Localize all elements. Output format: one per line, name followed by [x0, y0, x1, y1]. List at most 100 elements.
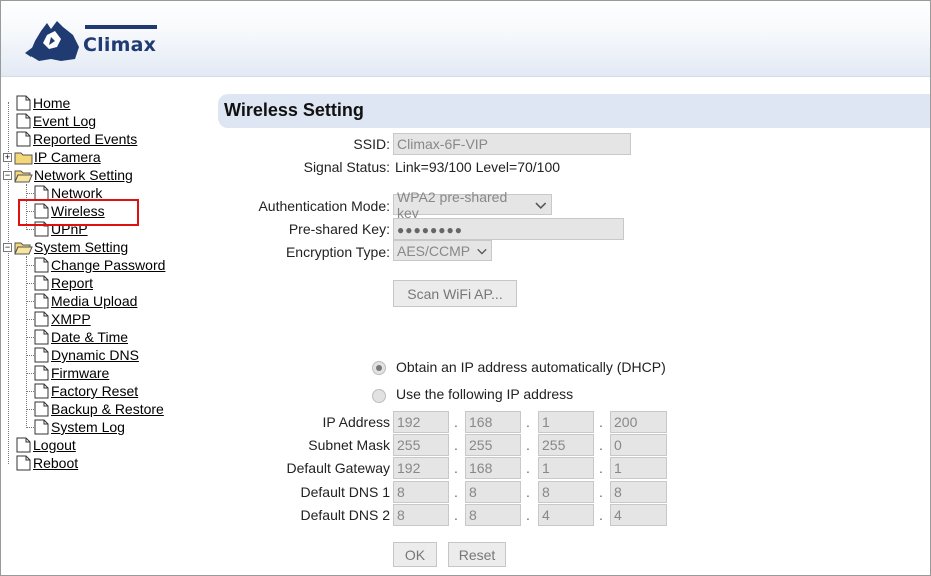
nav-change-password[interactable]: Change Password [34, 256, 165, 274]
folder-open-icon [14, 242, 33, 254]
folder-icon [14, 152, 33, 164]
nav-network-setting-link[interactable]: Network Setting [34, 167, 133, 183]
collapse-network-setting-icon[interactable]: − [3, 171, 12, 180]
nav-logout-link[interactable]: Logout [33, 437, 76, 453]
signal-status-value: Link=93/100 Level=70/100 [395, 159, 561, 175]
nav-xmpp-link[interactable]: XMPP [51, 311, 91, 327]
nav-report[interactable]: Report [34, 274, 93, 292]
nav-logout[interactable]: Logout [16, 436, 76, 454]
scan-wifi-button[interactable]: Scan WiFi AP... [393, 280, 517, 307]
nav-event-log[interactable]: Event Log [16, 112, 96, 130]
gateway-octet-1[interactable]: 192 [393, 457, 449, 479]
dns1-octet-1[interactable]: 8 [393, 481, 449, 503]
ssid-label: SSID: [353, 136, 390, 152]
page-icon [34, 275, 49, 291]
encryption-type-value: AES/CCMP [397, 242, 471, 259]
nav-xmpp[interactable]: XMPP [34, 310, 91, 328]
expand-ip-camera-icon[interactable]: + [3, 153, 12, 162]
nav-home-link[interactable]: Home [33, 95, 70, 111]
logo-bar [85, 25, 157, 29]
nav-media-upload[interactable]: Media Upload [34, 292, 137, 310]
page-icon [34, 293, 49, 309]
nav-dynamic-dns-link[interactable]: Dynamic DNS [51, 347, 139, 363]
mask-octet-2[interactable]: 255 [465, 434, 521, 456]
page-icon [34, 347, 49, 363]
page-title-bar: Wireless Setting [218, 94, 930, 128]
dns1-octet-2[interactable]: 8 [465, 481, 521, 503]
dns1-label: Default DNS 1 [300, 484, 390, 500]
signal-status-label: Signal Status: [303, 159, 390, 175]
page-icon [16, 95, 31, 111]
dns2-octet-4[interactable]: 4 [610, 504, 667, 526]
nav-system-setting[interactable]: System Setting [14, 238, 128, 256]
mask-octet-1[interactable]: 255 [393, 434, 449, 456]
gateway-octet-2[interactable]: 168 [465, 457, 521, 479]
auth-mode-value: WPA2 pre-shared key [397, 188, 508, 221]
ssid-field[interactable]: Climax-6F-VIP [393, 133, 631, 155]
reset-button[interactable]: Reset [448, 542, 506, 567]
nav-factory-reset-link[interactable]: Factory Reset [51, 383, 138, 399]
nav-dynamic-dns[interactable]: Dynamic DNS [34, 346, 139, 364]
ip-octet-4[interactable]: 200 [610, 411, 667, 433]
ip-octet-1[interactable]: 192 [393, 411, 449, 433]
static-ip-radio[interactable] [372, 389, 386, 403]
static-ip-option-label: Use the following IP address [396, 386, 574, 402]
mask-octet-3[interactable]: 255 [538, 434, 594, 456]
nav-system-log-link[interactable]: System Log [51, 419, 125, 435]
page-icon [16, 455, 31, 471]
dhcp-radio[interactable] [372, 361, 386, 375]
nav-date-time-link[interactable]: Date & Time [51, 329, 128, 345]
page-icon [34, 257, 49, 273]
gateway-label: Default Gateway [286, 460, 391, 476]
page-icon [34, 419, 49, 435]
page-icon [16, 437, 31, 453]
nav-reboot[interactable]: Reboot [16, 454, 78, 472]
encryption-type-select[interactable]: AES/CCMP [393, 240, 492, 261]
brand-name: Climax [83, 34, 157, 56]
nav-system-log[interactable]: System Log [34, 418, 125, 436]
ip-address-label: IP Address [322, 414, 390, 430]
nav-report-link[interactable]: Report [51, 275, 93, 291]
nav-backup-restore-link[interactable]: Backup & Restore [51, 401, 164, 417]
mask-octet-4[interactable]: 0 [610, 434, 667, 456]
nav-backup-restore[interactable]: Backup & Restore [34, 400, 164, 418]
nav-home[interactable]: Home [16, 94, 70, 112]
ip-octet-2[interactable]: 168 [465, 411, 521, 433]
dns2-label: Default DNS 2 [300, 507, 390, 523]
dns1-octet-4[interactable]: 8 [610, 481, 667, 503]
collapse-system-setting-icon[interactable]: − [3, 243, 12, 252]
header: Climax [1, 1, 930, 77]
gateway-octet-3[interactable]: 1 [538, 457, 594, 479]
nav-media-upload-link[interactable]: Media Upload [51, 293, 137, 309]
nav-ip-camera-link[interactable]: IP Camera [34, 149, 101, 165]
gateway-octet-4[interactable]: 1 [610, 457, 667, 479]
chevron-down-icon [535, 202, 547, 209]
nav-firmware-link[interactable]: Firmware [51, 365, 109, 381]
page-icon [16, 131, 31, 147]
page-icon [34, 329, 49, 345]
dns2-octet-3[interactable]: 4 [538, 504, 594, 526]
nav-system-setting-link[interactable]: System Setting [34, 239, 128, 255]
nav-factory-reset[interactable]: Factory Reset [34, 382, 138, 400]
dhcp-option-label: Obtain an IP address automatically (DHCP… [396, 359, 666, 375]
psk-field[interactable]: ●●●●●●●● [393, 218, 624, 240]
nav-network-setting[interactable]: Network Setting [14, 166, 133, 184]
ip-octet-3[interactable]: 1 [538, 411, 594, 433]
nav-reported-events-link[interactable]: Reported Events [33, 131, 137, 147]
psk-label: Pre-shared Key: [288, 221, 390, 237]
auth-mode-select[interactable]: WPA2 pre-shared key [393, 189, 552, 221]
dns2-octet-1[interactable]: 8 [393, 504, 449, 526]
dns2-octet-2[interactable]: 8 [465, 504, 521, 526]
nav-ip-camera[interactable]: IP Camera [14, 148, 101, 166]
folder-open-icon [14, 170, 33, 182]
nav-event-log-link[interactable]: Event Log [33, 113, 96, 129]
nav-firmware[interactable]: Firmware [34, 364, 109, 382]
auth-mode-label: Authentication Mode: [258, 198, 390, 214]
nav-change-password-link[interactable]: Change Password [51, 257, 165, 273]
ok-button[interactable]: OK [393, 542, 437, 567]
nav-reboot-link[interactable]: Reboot [33, 455, 78, 471]
nav-date-time[interactable]: Date & Time [34, 328, 128, 346]
dns1-octet-3[interactable]: 8 [538, 481, 594, 503]
page-title: Wireless Setting [224, 100, 364, 120]
nav-reported-events[interactable]: Reported Events [16, 130, 137, 148]
